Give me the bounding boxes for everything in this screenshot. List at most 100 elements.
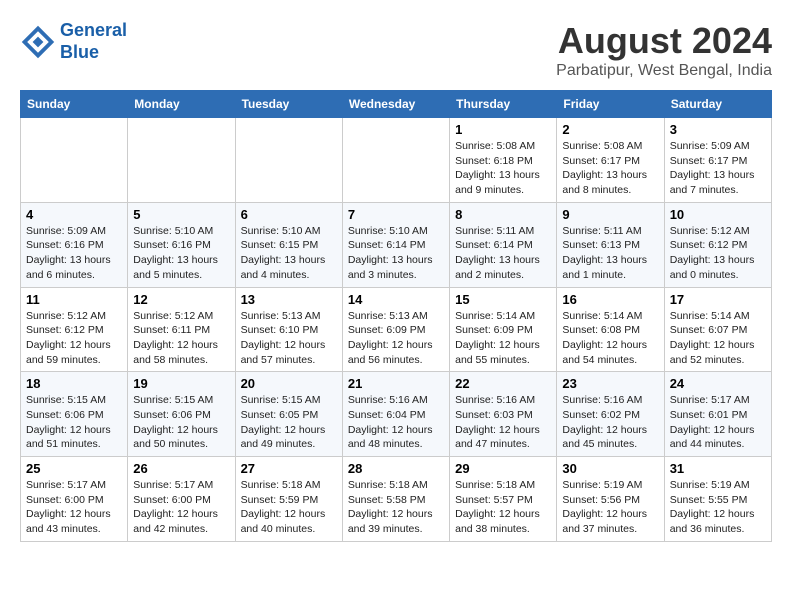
calendar-cell: 26Sunrise: 5:17 AM Sunset: 6:00 PM Dayli… — [128, 457, 235, 542]
day-number: 11 — [26, 292, 122, 307]
calendar-cell — [128, 118, 235, 203]
calendar-cell: 22Sunrise: 5:16 AM Sunset: 6:03 PM Dayli… — [450, 372, 557, 457]
calendar-cell — [21, 118, 128, 203]
calendar-cell: 3Sunrise: 5:09 AM Sunset: 6:17 PM Daylig… — [664, 118, 771, 203]
day-info: Sunrise: 5:08 AM Sunset: 6:17 PM Dayligh… — [562, 139, 658, 198]
calendar-week-row: 18 Sunrise: 5:15 AM Sunset: 6:06 PM Dayli… — [21, 372, 772, 457]
calendar-cell: 2 Sunrise: 5:08 AM Sunset: 6:17 PM Daylig… — [557, 118, 664, 203]
day-number: 24 — [670, 376, 766, 391]
day-info: Sunrise: 5:13 AM Sunset: 6:09 PM Dayligh… — [348, 309, 444, 368]
day-info: Sunrise: 5:11 AM Sunset: 6:14 PM Dayligh… — [455, 224, 551, 283]
calendar-cell: 9Sunrise: 5:11 AM Sunset: 6:13 PM Daylig… — [557, 202, 664, 287]
day-number: 9 — [562, 207, 658, 222]
calendar-cell: 13Sunrise: 5:13 AM Sunset: 6:10 PM Dayli… — [235, 287, 342, 372]
calendar-cell: 29 Sunrise: 5:18 AM Sunset: 5:57 PM Dayli… — [450, 457, 557, 542]
calendar-cell: 18 Sunrise: 5:15 AM Sunset: 6:06 PM Dayli… — [21, 372, 128, 457]
day-info: Sunrise: 5:10 AM Sunset: 6:16 PM Dayligh… — [133, 224, 229, 283]
calendar-cell: 7 Sunrise: 5:10 AM Sunset: 6:14 PM Daylig… — [342, 202, 449, 287]
calendar-cell: 30 Sunrise: 5:19 AM Sunset: 5:56 PM Dayli… — [557, 457, 664, 542]
day-number: 20 — [241, 376, 337, 391]
day-info: Sunrise: 5:19 AM Sunset: 5:55 PM Dayligh… — [670, 478, 766, 537]
day-of-week-header: Sunday — [21, 91, 128, 118]
day-info: Sunrise: 5:18 AM Sunset: 5:59 PM Dayligh… — [241, 478, 337, 537]
calendar-cell — [235, 118, 342, 203]
calendar-cell: 4 Sunrise: 5:09 AM Sunset: 6:16 PM Daylig… — [21, 202, 128, 287]
day-info: Sunrise: 5:18 AM Sunset: 5:58 PM Dayligh… — [348, 478, 444, 537]
day-number: 16 — [562, 292, 658, 307]
day-number: 15 — [455, 292, 551, 307]
day-info: Sunrise: 5:10 AM Sunset: 6:14 PM Dayligh… — [348, 224, 444, 283]
calendar-cell: 24 Sunrise: 5:17 AM Sunset: 6:01 PM Dayli… — [664, 372, 771, 457]
calendar-cell: 21 Sunrise: 5:16 AM Sunset: 6:04 PM Dayli… — [342, 372, 449, 457]
day-info: Sunrise: 5:16 AM Sunset: 6:04 PM Dayligh… — [348, 393, 444, 452]
calendar-cell: 14 Sunrise: 5:13 AM Sunset: 6:09 PM Dayli… — [342, 287, 449, 372]
day-info: Sunrise: 5:17 AM Sunset: 6:00 PM Dayligh… — [26, 478, 122, 537]
calendar-cell: 15Sunrise: 5:14 AM Sunset: 6:09 PM Dayli… — [450, 287, 557, 372]
calendar-cell: 12Sunrise: 5:12 AM Sunset: 6:11 PM Dayli… — [128, 287, 235, 372]
day-info: Sunrise: 5:17 AM Sunset: 6:01 PM Dayligh… — [670, 393, 766, 452]
day-number: 27 — [241, 461, 337, 476]
calendar-cell — [342, 118, 449, 203]
calendar-cell: 17Sunrise: 5:14 AM Sunset: 6:07 PM Dayli… — [664, 287, 771, 372]
day-of-week-header: Tuesday — [235, 91, 342, 118]
day-of-week-header: Wednesday — [342, 91, 449, 118]
calendar-week-row: 4 Sunrise: 5:09 AM Sunset: 6:16 PM Daylig… — [21, 202, 772, 287]
calendar-cell: 10 Sunrise: 5:12 AM Sunset: 6:12 PM Dayli… — [664, 202, 771, 287]
day-info: Sunrise: 5:15 AM Sunset: 6:06 PM Dayligh… — [26, 393, 122, 452]
calendar-cell: 28 Sunrise: 5:18 AM Sunset: 5:58 PM Dayli… — [342, 457, 449, 542]
day-of-week-header: Thursday — [450, 91, 557, 118]
calendar-cell: 16 Sunrise: 5:14 AM Sunset: 6:08 PM Dayli… — [557, 287, 664, 372]
page-header: General Blue August 2024 Parbatipur, Wes… — [20, 20, 772, 80]
day-info: Sunrise: 5:17 AM Sunset: 6:00 PM Dayligh… — [133, 478, 229, 537]
day-number: 5 — [133, 207, 229, 222]
day-number: 14 — [348, 292, 444, 307]
logo: General Blue — [20, 20, 127, 63]
day-info: Sunrise: 5:12 AM Sunset: 6:12 PM Dayligh… — [670, 224, 766, 283]
day-number: 4 — [26, 207, 122, 222]
logo-line1: General — [60, 20, 127, 42]
day-number: 18 — [26, 376, 122, 391]
calendar-header-row: SundayMondayTuesdayWednesdayThursdayFrid… — [21, 91, 772, 118]
day-number: 3 — [670, 122, 766, 137]
logo-line2: Blue — [60, 42, 127, 64]
day-number: 10 — [670, 207, 766, 222]
day-info: Sunrise: 5:14 AM Sunset: 6:07 PM Dayligh… — [670, 309, 766, 368]
calendar-cell: 11 Sunrise: 5:12 AM Sunset: 6:12 PM Dayli… — [21, 287, 128, 372]
day-info: Sunrise: 5:19 AM Sunset: 5:56 PM Dayligh… — [562, 478, 658, 537]
day-number: 30 — [562, 461, 658, 476]
month-year-title: August 2024 — [556, 20, 772, 62]
calendar-cell: 27 Sunrise: 5:18 AM Sunset: 5:59 PM Dayli… — [235, 457, 342, 542]
calendar-cell: 5 Sunrise: 5:10 AM Sunset: 6:16 PM Daylig… — [128, 202, 235, 287]
calendar-cell: 23 Sunrise: 5:16 AM Sunset: 6:02 PM Dayli… — [557, 372, 664, 457]
calendar-cell: 6Sunrise: 5:10 AM Sunset: 6:15 PM Daylig… — [235, 202, 342, 287]
day-info: Sunrise: 5:15 AM Sunset: 6:05 PM Dayligh… — [241, 393, 337, 452]
day-number: 23 — [562, 376, 658, 391]
day-number: 19 — [133, 376, 229, 391]
calendar-table: SundayMondayTuesdayWednesdayThursdayFrid… — [20, 90, 772, 542]
logo-icon — [20, 24, 56, 60]
calendar-week-row: 25 Sunrise: 5:17 AM Sunset: 6:00 PM Dayli… — [21, 457, 772, 542]
calendar-cell: 8Sunrise: 5:11 AM Sunset: 6:14 PM Daylig… — [450, 202, 557, 287]
location-subtitle: Parbatipur, West Bengal, India — [556, 62, 772, 80]
day-number: 2 — [562, 122, 658, 137]
logo-text: General Blue — [60, 20, 127, 63]
day-number: 29 — [455, 461, 551, 476]
day-info: Sunrise: 5:14 AM Sunset: 6:08 PM Dayligh… — [562, 309, 658, 368]
calendar-week-row: 1Sunrise: 5:08 AM Sunset: 6:18 PM Daylig… — [21, 118, 772, 203]
day-info: Sunrise: 5:16 AM Sunset: 6:02 PM Dayligh… — [562, 393, 658, 452]
day-info: Sunrise: 5:12 AM Sunset: 6:11 PM Dayligh… — [133, 309, 229, 368]
day-of-week-header: Monday — [128, 91, 235, 118]
day-info: Sunrise: 5:13 AM Sunset: 6:10 PM Dayligh… — [241, 309, 337, 368]
day-number: 21 — [348, 376, 444, 391]
calendar-week-row: 11 Sunrise: 5:12 AM Sunset: 6:12 PM Dayli… — [21, 287, 772, 372]
day-info: Sunrise: 5:12 AM Sunset: 6:12 PM Dayligh… — [26, 309, 122, 368]
title-block: August 2024 Parbatipur, West Bengal, Ind… — [556, 20, 772, 80]
day-info: Sunrise: 5:18 AM Sunset: 5:57 PM Dayligh… — [455, 478, 551, 537]
day-number: 7 — [348, 207, 444, 222]
day-number: 28 — [348, 461, 444, 476]
day-of-week-header: Saturday — [664, 91, 771, 118]
day-info: Sunrise: 5:10 AM Sunset: 6:15 PM Dayligh… — [241, 224, 337, 283]
day-info: Sunrise: 5:09 AM Sunset: 6:16 PM Dayligh… — [26, 224, 122, 283]
calendar-cell: 31Sunrise: 5:19 AM Sunset: 5:55 PM Dayli… — [664, 457, 771, 542]
day-number: 25 — [26, 461, 122, 476]
